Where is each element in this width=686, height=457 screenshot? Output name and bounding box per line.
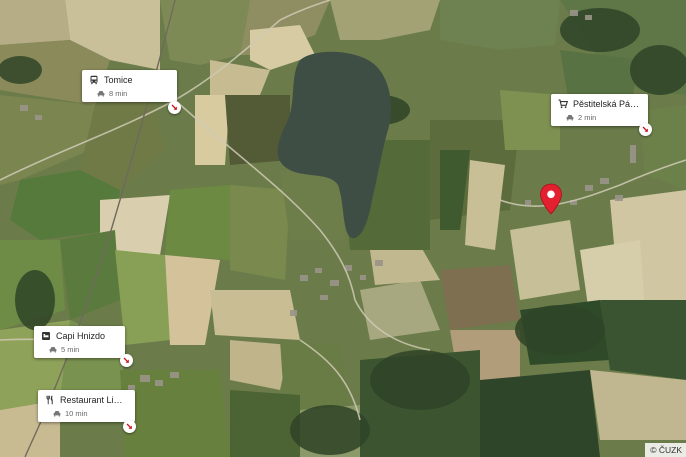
- poi-name: Pěstitelská Pálen…: [573, 99, 640, 109]
- car-icon: [53, 410, 61, 417]
- car-icon: [97, 90, 105, 97]
- satellite-map[interactable]: [0, 0, 686, 457]
- bus-icon: [89, 75, 99, 85]
- car-icon: [49, 346, 57, 353]
- poi-pointer-restaurant-lihovar: [123, 420, 136, 433]
- arrow-down-right-icon: [126, 423, 132, 429]
- poi-pointer-tomice: [168, 101, 181, 114]
- restaurant-icon: [45, 395, 55, 405]
- hotel-icon: [41, 331, 51, 341]
- poi-card-capi-hnizdo[interactable]: Capi Hnizdo 5 min: [34, 326, 125, 358]
- poi-card-restaurant-lihovar[interactable]: Restaurant Lihovar 10 min: [38, 390, 135, 422]
- poi-travel-time: 10 min: [65, 409, 88, 418]
- poi-name: Restaurant Lihovar: [60, 395, 127, 405]
- arrow-down-right-icon: [123, 357, 129, 363]
- poi-travel-time: 2 min: [578, 113, 597, 122]
- car-icon: [566, 114, 574, 121]
- poi-pointer-pestitelska-palenice: [639, 123, 652, 136]
- map-attribution[interactable]: © ČUZK: [645, 443, 686, 457]
- poi-card-tomice[interactable]: Tomice 8 min: [82, 70, 177, 102]
- poi-name: Capi Hnizdo: [56, 331, 106, 341]
- cart-icon: [558, 99, 568, 109]
- arrow-down-right-icon: [171, 104, 177, 110]
- poi-travel-time: 5 min: [61, 345, 80, 354]
- arrow-down-right-icon: [642, 126, 648, 132]
- location-pin-icon[interactable]: [539, 183, 563, 215]
- poi-pointer-capi-hnizdo: [120, 354, 133, 367]
- poi-name: Tomice: [104, 75, 133, 85]
- poi-card-pestitelska-palenice[interactable]: Pěstitelská Pálen… 2 min: [551, 94, 648, 126]
- poi-travel-time: 8 min: [109, 89, 128, 98]
